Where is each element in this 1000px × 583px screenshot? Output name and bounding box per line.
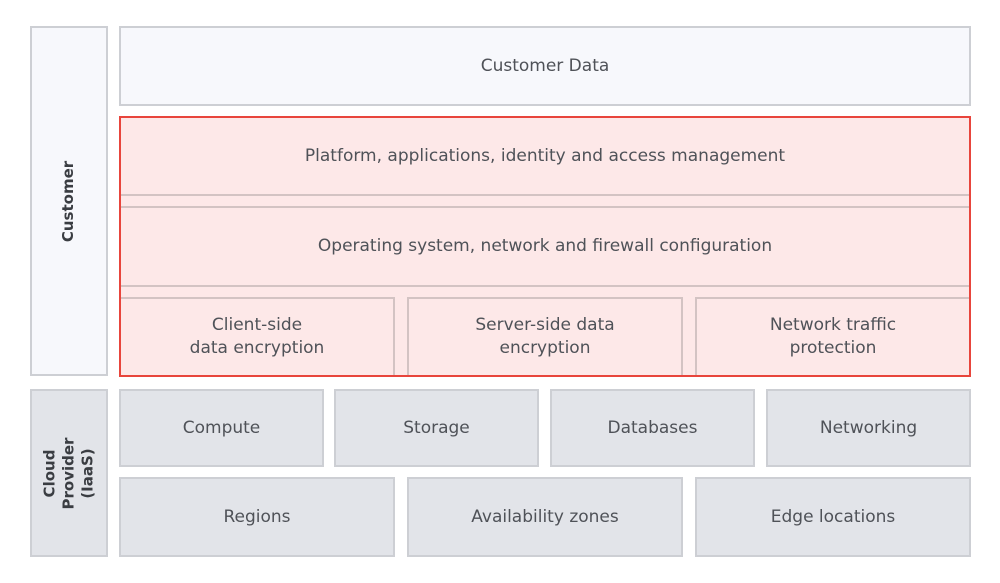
os-layer: Operating system, network and firewall c…	[121, 206, 969, 287]
customer-data-layer: Customer Data	[119, 26, 971, 106]
cloud-provider-label: Cloud Provider (IaaS)	[40, 437, 97, 509]
client-side-encryption: Client-side data encryption	[121, 297, 395, 375]
networking-service: Networking	[766, 389, 971, 467]
customer-label-box: Customer	[30, 26, 108, 376]
availability-zones: Availability zones	[407, 477, 683, 557]
customer-label: Customer	[59, 160, 78, 242]
cloud-provider-label-box: Cloud Provider (IaaS)	[30, 389, 108, 557]
databases-service: Databases	[550, 389, 755, 467]
regions: Regions	[119, 477, 395, 557]
network-traffic-protection: Network traffic protection	[695, 297, 969, 375]
compute-service: Compute	[119, 389, 324, 467]
storage-service: Storage	[334, 389, 539, 467]
edge-locations: Edge locations	[695, 477, 971, 557]
server-side-encryption: Server-side data encryption	[407, 297, 683, 375]
platform-layer: Platform, applications, identity and acc…	[121, 118, 969, 196]
